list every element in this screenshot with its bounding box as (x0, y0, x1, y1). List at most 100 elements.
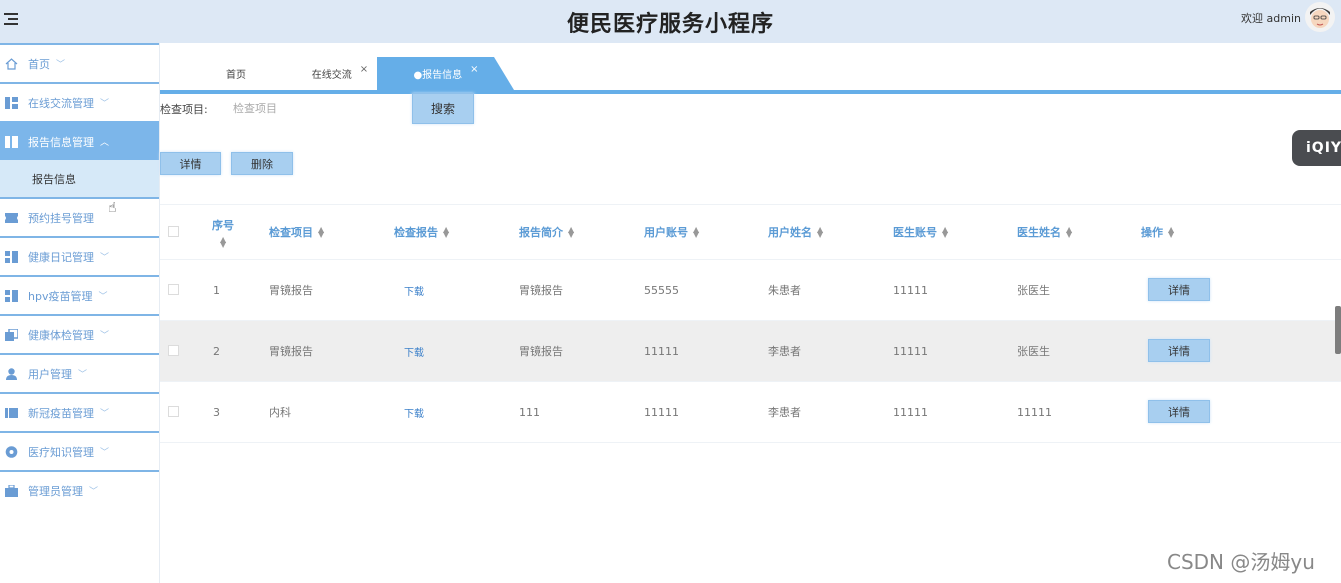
sidebar: 首页 ﹀ 在线交流管理 ﹀ 报告信息管理 ︿ 报告信息 预约挂号管理 健康日记管… (0, 43, 160, 583)
chevron-down-icon: ﹀ (98, 292, 108, 302)
chevron-down-icon: ﹀ (89, 487, 99, 497)
user-icon (6, 367, 17, 380)
sidebar-item-health-checkup[interactable]: 健康体检管理 ﹀ (0, 314, 159, 353)
column-header-actions[interactable]: 操作 ▲ ▼ (1141, 205, 1174, 259)
cell-user-name: 李患者 (768, 345, 801, 358)
column-header-item[interactable]: 检查项目 ▲ ▼ (269, 205, 324, 259)
column-header-label: 序号 (212, 219, 234, 232)
chevron-down-icon: ﹀ (100, 448, 110, 458)
table-header-row: 序号 ▲ ▼ 检查项目 ▲ ▼ 检查报告 ▲ ▼ 报告简介 ▲ ▼ 用户账号 ▲ ▼ 用户姓名 ▲ ▼… (160, 205, 1341, 260)
sidebar-item-label: 新冠疫苗管理 (28, 406, 94, 420)
row-checkbox[interactable] (168, 406, 179, 417)
cell-user-name: 李患者 (768, 406, 801, 419)
tab-bar: 首页 在线交流 × ●报告信息 × (160, 57, 1341, 94)
column-header-user-name[interactable]: 用户姓名 ▲ ▼ (768, 205, 823, 259)
column-header-report[interactable]: 检查报告 ▲ ▼ (394, 205, 449, 259)
sort-icon[interactable]: ▲ ▼ (220, 236, 226, 249)
cell-doctor-account: 11111 (893, 344, 928, 358)
disc-icon (5, 445, 18, 458)
delete-button[interactable]: 删除 (231, 152, 293, 175)
sidebar-item-label: 管理员管理 (28, 484, 83, 498)
home-icon (5, 57, 18, 70)
sort-icon[interactable]: ▲ ▼ (1066, 226, 1072, 239)
cell-seq: 2 (213, 344, 220, 358)
row-checkbox[interactable] (168, 284, 179, 295)
sidebar-item-users[interactable]: 用户管理 ﹀ (0, 353, 159, 392)
briefcase-icon (5, 484, 18, 497)
chevron-down-icon: ﹀ (100, 99, 110, 109)
welcome-text: 欢迎 admin (1241, 12, 1301, 25)
column-header-user-account[interactable]: 用户账号 ▲ ▼ (644, 205, 699, 259)
book-icon (5, 407, 18, 418)
sidebar-item-label: 健康日记管理 (28, 250, 94, 264)
column-header-intro[interactable]: 报告简介 ▲ ▼ (519, 205, 574, 259)
report-table: 序号 ▲ ▼ 检查项目 ▲ ▼ 检查报告 ▲ ▼ 报告简介 ▲ ▼ 用户账号 ▲ ▼ 用户姓名 ▲ ▼… (160, 204, 1341, 443)
sidebar-item-covid-vaccine[interactable]: 新冠疫苗管理 ﹀ (0, 392, 159, 431)
sidebar-item-label: 医疗知识管理 (28, 445, 94, 459)
ticket-icon (5, 212, 18, 223)
sidebar-item-appointment[interactable]: 预约挂号管理 (0, 197, 159, 236)
cell-doctor-account: 11111 (893, 283, 928, 297)
column-header-seq[interactable]: 序号 ▲ ▼ (212, 205, 234, 259)
sidebar-item-online-chat[interactable]: 在线交流管理 ﹀ (0, 82, 159, 121)
column-header-doctor-account[interactable]: 医生账号 ▲ ▼ (893, 205, 948, 259)
column-header-label: 报告简介 (519, 226, 563, 239)
sort-icon[interactable]: ▲ ▼ (443, 226, 449, 239)
sidebar-item-label: 健康体检管理 (28, 328, 94, 342)
column-header-label: 用户账号 (644, 226, 688, 239)
scrollbar-thumb[interactable] (1335, 306, 1341, 354)
close-icon[interactable]: × (470, 64, 478, 75)
tab-home[interactable]: 首页 (208, 57, 264, 90)
tab-label: 首页 (226, 70, 246, 81)
download-link[interactable]: 下载 (404, 382, 424, 442)
dashboard-icon (5, 96, 18, 109)
cell-user-account: 55555 (644, 283, 679, 297)
grid-icon (5, 135, 18, 148)
row-detail-button[interactable]: 详情 (1148, 339, 1210, 362)
avatar[interactable] (1305, 2, 1335, 32)
iqiyi-badge: iQIY (1292, 130, 1341, 166)
sort-icon[interactable]: ▲ ▼ (318, 226, 324, 239)
close-icon[interactable]: × (360, 64, 368, 75)
sidebar-item-report[interactable]: 报告信息管理 ︿ (0, 121, 159, 160)
sidebar-item-medical-knowledge[interactable]: 医疗知识管理 ﹀ (0, 431, 159, 470)
row-checkbox[interactable] (168, 345, 179, 356)
tab-report-info[interactable]: ●报告信息 × (377, 57, 514, 90)
sort-icon[interactable]: ▲ ▼ (817, 226, 823, 239)
grid-icon (5, 289, 18, 302)
chevron-down-icon: ﹀ (100, 331, 110, 341)
row-detail-button[interactable]: 详情 (1148, 278, 1210, 301)
cell-item: 胃镜报告 (269, 284, 313, 297)
sort-icon[interactable]: ▲ ▼ (1168, 226, 1174, 239)
row-detail-button[interactable]: 详情 (1148, 400, 1210, 423)
download-link[interactable]: 下载 (404, 321, 424, 381)
sidebar-item-health-diary[interactable]: 健康日记管理 ﹀ (0, 236, 159, 275)
search-button[interactable]: 搜索 (412, 93, 474, 124)
cell-intro: 胃镜报告 (519, 345, 563, 358)
select-all-checkbox[interactable] (168, 226, 179, 237)
column-header-label: 医生账号 (893, 226, 937, 239)
column-header-label: 检查报告 (394, 226, 438, 239)
sidebar-item-label: 预约挂号管理 (28, 211, 94, 225)
search-label: 检查项目: (160, 103, 208, 116)
sidebar-item-label: 用户管理 (28, 367, 72, 381)
tab-online-chat[interactable]: 在线交流 × (300, 57, 380, 90)
cell-intro: 胃镜报告 (519, 284, 563, 297)
sort-icon[interactable]: ▲ ▼ (568, 226, 574, 239)
sidebar-item-home[interactable]: 首页 ﹀ (0, 43, 159, 82)
watermark: CSDN @汤姆yu (1167, 550, 1315, 574)
cell-seq: 1 (213, 283, 220, 297)
sidebar-subitem-report-info[interactable]: 报告信息 (0, 160, 159, 197)
sidebar-item-hpv-vaccine[interactable]: hpv疫苗管理 ﹀ (0, 275, 159, 314)
sidebar-item-admins[interactable]: 管理员管理 ﹀ (0, 470, 159, 509)
column-header-doctor-name[interactable]: 医生姓名 ▲ ▼ (1017, 205, 1072, 259)
sort-icon[interactable]: ▲ ▼ (693, 226, 699, 239)
detail-button[interactable]: 详情 (160, 152, 221, 175)
column-header-label: 用户姓名 (768, 226, 812, 239)
cell-user-account: 11111 (644, 405, 679, 419)
search-input[interactable] (223, 96, 393, 120)
chevron-down-icon: ﹀ (56, 60, 66, 70)
sort-icon[interactable]: ▲ ▼ (942, 226, 948, 239)
download-link[interactable]: 下载 (404, 260, 424, 320)
table-row: 1 胃镜报告 下载 胃镜报告 55555 朱患者 11111 张医生 详情 (160, 260, 1341, 321)
